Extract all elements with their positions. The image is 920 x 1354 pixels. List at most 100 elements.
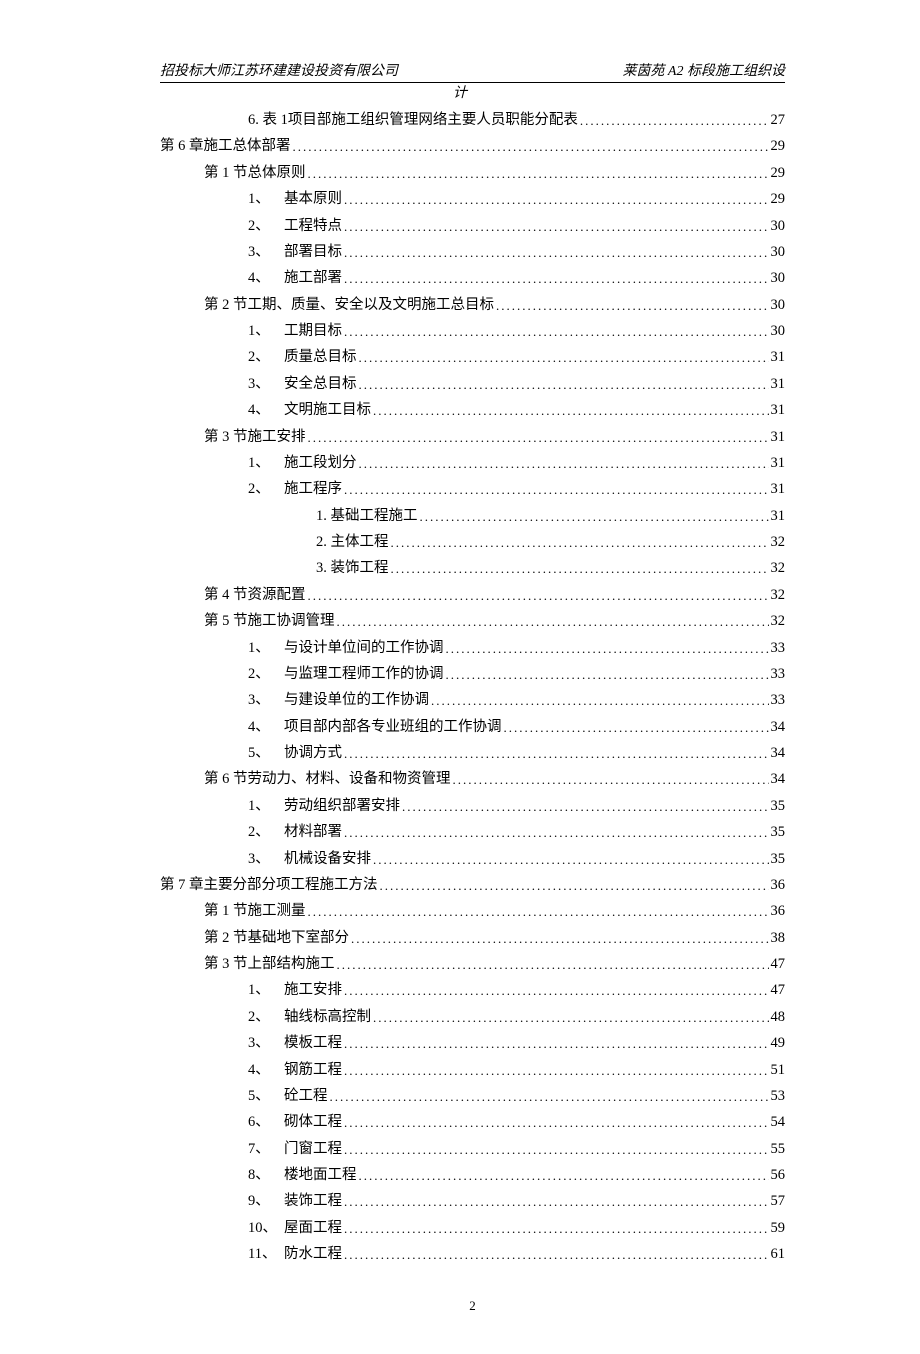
- toc-leader-dots: [504, 715, 769, 741]
- toc-leader-dots: [344, 240, 769, 266]
- toc-entry-number: 第 6 节: [204, 766, 248, 792]
- toc-entry-page: 54: [771, 1109, 786, 1135]
- toc-leader-dots: [446, 662, 769, 688]
- toc-entry-label: 施工协调管理: [248, 608, 335, 634]
- toc-entry-label: 砌体工程: [284, 1109, 342, 1135]
- toc-entry-label: 主要分部分项工程施工方法: [204, 872, 378, 898]
- toc-leader-dots: [453, 767, 769, 793]
- toc-entry: 4、 钢筋工程51: [160, 1057, 785, 1083]
- toc-entry-page: 33: [771, 661, 786, 687]
- toc-entry-label: 防水工程: [284, 1241, 342, 1267]
- toc-entry-page: 31: [771, 503, 786, 529]
- toc-entry-page: 33: [771, 687, 786, 713]
- toc-entry-number: 2、: [248, 344, 284, 370]
- toc-entry-label: 材料部署: [284, 819, 342, 845]
- toc-entry-number: 1、: [248, 635, 284, 661]
- toc-entry-page: 35: [771, 793, 786, 819]
- toc-entry: 1、 劳动组织部署安排 35: [160, 793, 785, 819]
- toc-entry-label: 部署目标: [284, 239, 342, 265]
- toc-entry: 第 1 节 施工测量36: [160, 898, 785, 924]
- toc-leader-dots: [373, 847, 769, 873]
- toc-entry-number: 4、: [248, 397, 284, 423]
- toc-entry-page: 30: [771, 213, 786, 239]
- toc-entry-number: 3、: [248, 239, 284, 265]
- toc-entry-label: 模板工程: [284, 1030, 342, 1056]
- toc-leader-dots: [359, 451, 769, 477]
- header-left-text: 招投标大师江苏环建建设投资有限公司: [160, 60, 398, 80]
- toc-entry-label: 门窗工程: [284, 1136, 342, 1162]
- toc-entry-page: 49: [771, 1030, 786, 1056]
- toc-entry-page: 31: [771, 397, 786, 423]
- toc-entry: 4、 项目部内部各专业班组的工作协调 34: [160, 714, 785, 740]
- toc-entry-label: 项目部施工组织管理网络主要人员职能分配表: [288, 107, 578, 133]
- toc-entry-page: 53: [771, 1083, 786, 1109]
- toc-leader-dots: [402, 794, 769, 820]
- toc-entry-number: 11、: [248, 1241, 284, 1267]
- toc-leader-dots: [496, 293, 769, 319]
- toc-entry-label: 基本原则: [284, 186, 342, 212]
- toc-leader-dots: [344, 1110, 769, 1136]
- toc-entry: 3、 模板工程49: [160, 1030, 785, 1056]
- toc-entry: 1. 基础工程施工 31: [160, 503, 785, 529]
- toc-leader-dots: [391, 556, 769, 582]
- toc-entry-page: 47: [771, 977, 786, 1003]
- toc-entry-label: 安全总目标: [284, 371, 357, 397]
- toc-entry-label: 施工部署: [284, 265, 342, 291]
- toc-entry-page: 61: [771, 1241, 786, 1267]
- toc-entry: 2、 质量总目标 31: [160, 344, 785, 370]
- toc-entry-page: 59: [771, 1215, 786, 1241]
- toc-entry: 第 2 节 基础地下室部分 38: [160, 925, 785, 951]
- toc-entry: 2、 轴线标高控制 48: [160, 1004, 785, 1030]
- toc-entry-number: 第 6 章: [160, 133, 204, 159]
- toc-entry-number: 2、: [248, 1004, 284, 1030]
- toc-entry-number: 7、: [248, 1136, 284, 1162]
- toc-entry: 2、 材料部署35: [160, 819, 785, 845]
- toc-leader-dots: [351, 926, 769, 952]
- toc-entry: 第 3 节 上部结构施工47: [160, 951, 785, 977]
- toc-entry: 1、 工期目标30: [160, 318, 785, 344]
- page-number: 2: [160, 1298, 785, 1314]
- toc-entry-page: 34: [771, 740, 786, 766]
- toc-entry: 3、 安全总目标31: [160, 371, 785, 397]
- toc-entry: 2. 主体工程32: [160, 529, 785, 555]
- toc-entry: 6、 砌体工程54: [160, 1109, 785, 1135]
- toc-entry: 10、 屋面工程59: [160, 1215, 785, 1241]
- toc-entry-label: 施工程序: [284, 476, 342, 502]
- toc-leader-dots: [344, 978, 769, 1004]
- toc-entry-number: 2、: [248, 476, 284, 502]
- toc-entry-page: 32: [771, 529, 786, 555]
- toc-leader-dots: [373, 398, 769, 424]
- toc-entry: 第 6 节 劳动力、材料、设备和物资管理 34: [160, 766, 785, 792]
- toc-leader-dots: [359, 1163, 769, 1189]
- toc-entry-label: 劳动组织部署安排: [284, 793, 400, 819]
- toc-entry-page: 36: [771, 898, 786, 924]
- toc-leader-dots: [391, 530, 769, 556]
- toc-entry-page: 31: [771, 424, 786, 450]
- toc-entry-number: 5、: [248, 740, 284, 766]
- toc-leader-dots: [344, 266, 769, 292]
- toc-entry-label: 项目部内部各专业班组的工作协调: [284, 714, 502, 740]
- toc-entry-label: 上部结构施工: [248, 951, 335, 977]
- toc-leader-dots: [308, 161, 769, 187]
- toc-leader-dots: [308, 583, 769, 609]
- toc-leader-dots: [293, 134, 769, 160]
- toc-leader-dots: [330, 1084, 769, 1110]
- toc-entry: 4、 文明施工目标 31: [160, 397, 785, 423]
- toc-entry: 第 7 章 主要分部分项工程施工方法 36: [160, 872, 785, 898]
- document-page: 招投标大师江苏环建建设投资有限公司 莱茵苑 A2 标段施工组织设 计 6. 表 …: [0, 0, 920, 1354]
- toc-entry-label: 轴线标高控制: [284, 1004, 371, 1030]
- toc-leader-dots: [373, 1005, 769, 1031]
- toc-entry-label: 工期、质量、安全以及文明施工总目标: [248, 292, 495, 318]
- toc-entry-label: 质量总目标: [284, 344, 357, 370]
- toc-entry: 1、 施工安排47: [160, 977, 785, 1003]
- toc-entry: 8、 楼地面工程56: [160, 1162, 785, 1188]
- toc-entry-page: 30: [771, 292, 786, 318]
- toc-entry: 3、 机械设备安排 35: [160, 846, 785, 872]
- toc-entry-number: 第 7 章: [160, 872, 204, 898]
- toc-entry-page: 31: [771, 344, 786, 370]
- toc-entry: 第 6 章 施工总体部署29: [160, 133, 785, 159]
- toc-entry: 5、 协调方式34: [160, 740, 785, 766]
- toc-leader-dots: [344, 820, 769, 846]
- toc-entry-label: 施工安排: [284, 977, 342, 1003]
- toc-leader-dots: [580, 108, 769, 134]
